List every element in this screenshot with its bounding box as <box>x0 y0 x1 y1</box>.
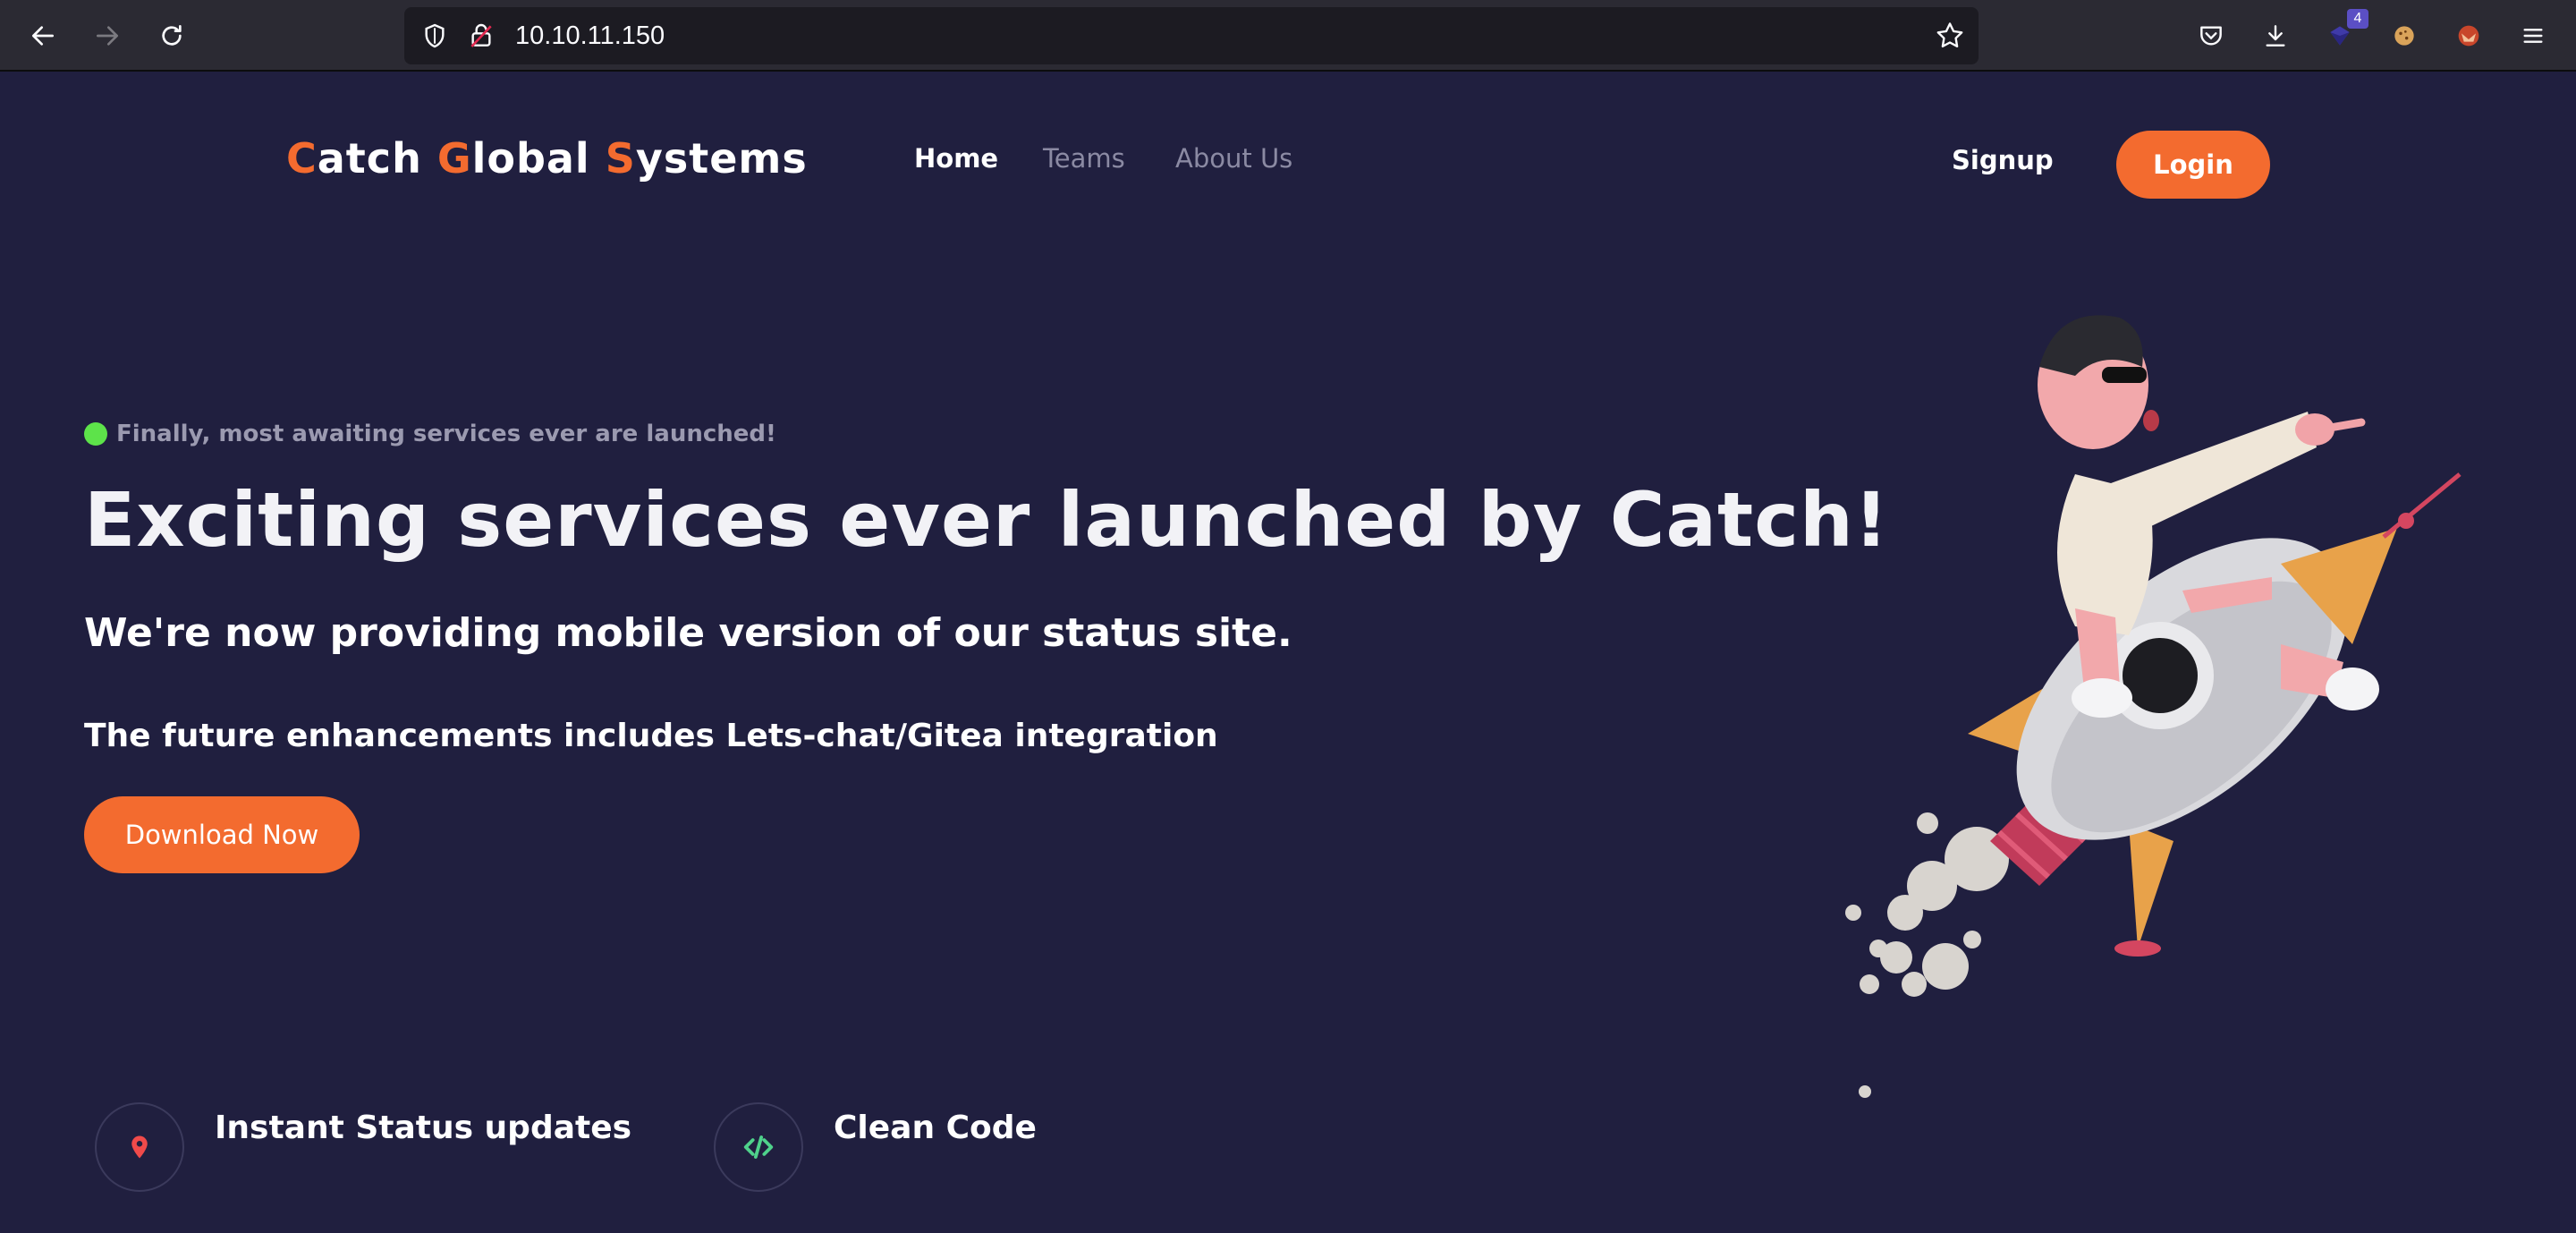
feature-instant-status: Instant Status updates <box>95 1102 631 1192</box>
feature-clean-code: Clean Code <box>714 1102 1037 1192</box>
signup-link[interactable]: Signup <box>1952 145 2054 175</box>
browser-toolbar: 10.10.11.150 4 <box>0 0 2576 72</box>
brand-logo[interactable]: Catch Global Systems <box>286 134 808 183</box>
forward-button[interactable] <box>86 14 129 57</box>
feature-title: Instant Status updates <box>215 1110 632 1146</box>
extension-badge: 4 <box>2347 9 2368 29</box>
hero-enhancements: The future enhancements includes Lets-ch… <box>84 718 1218 754</box>
nav-about-us[interactable]: About Us <box>1175 143 1292 174</box>
hero-subtitle: We're now providing mobile version of ou… <box>84 610 1292 656</box>
page: Catch Global Systems Home Teams About Us… <box>0 72 2576 1233</box>
nav-teams[interactable]: Teams <box>1043 143 1125 174</box>
feature-icon-circle <box>95 1102 184 1192</box>
back-button[interactable] <box>21 14 64 57</box>
status-text: Finally, most awaiting services ever are… <box>116 421 776 447</box>
feature-title: Clean Code <box>834 1110 1037 1146</box>
insecure-lock-icon[interactable] <box>467 21 496 50</box>
pocket-icon <box>2200 26 2222 46</box>
download-icon <box>2266 25 2285 47</box>
rocket-rider-illustration <box>1845 315 2462 1098</box>
url-text[interactable]: 10.10.11.150 <box>515 7 665 64</box>
status-dot <box>84 422 107 446</box>
address-bar[interactable]: 10.10.11.150 <box>404 7 1979 64</box>
code-icon <box>743 1135 774 1159</box>
feature-icon-circle <box>714 1102 803 1192</box>
proxy-extension-button[interactable] <box>2447 14 2490 57</box>
launch-status: Finally, most awaiting services ever are… <box>84 421 776 447</box>
menu-button[interactable] <box>2512 14 2555 57</box>
tracking-shield-icon[interactable] <box>420 21 449 50</box>
cookie-extension-button[interactable] <box>2383 14 2426 57</box>
extension-button[interactable]: 4 <box>2318 9 2368 57</box>
reload-button[interactable] <box>150 14 193 57</box>
download-now-button[interactable]: Download Now <box>84 796 360 873</box>
hamburger-menu-icon <box>2523 29 2543 43</box>
fox-extension-icon <box>2458 25 2479 47</box>
arrow-left-icon <box>32 26 54 46</box>
nav-home[interactable]: Home <box>914 143 998 174</box>
pocket-button[interactable] <box>2190 14 2233 57</box>
cookie-icon <box>2394 26 2414 46</box>
bookmark-star-icon[interactable] <box>1934 20 1966 52</box>
map-pin-icon <box>131 1135 148 1159</box>
arrow-right-icon <box>97 26 118 46</box>
downloads-button[interactable] <box>2254 14 2297 57</box>
hero-title: Exciting services ever launched by Catch… <box>84 476 1890 564</box>
reload-icon <box>162 25 182 46</box>
login-button[interactable]: Login <box>2116 131 2270 199</box>
